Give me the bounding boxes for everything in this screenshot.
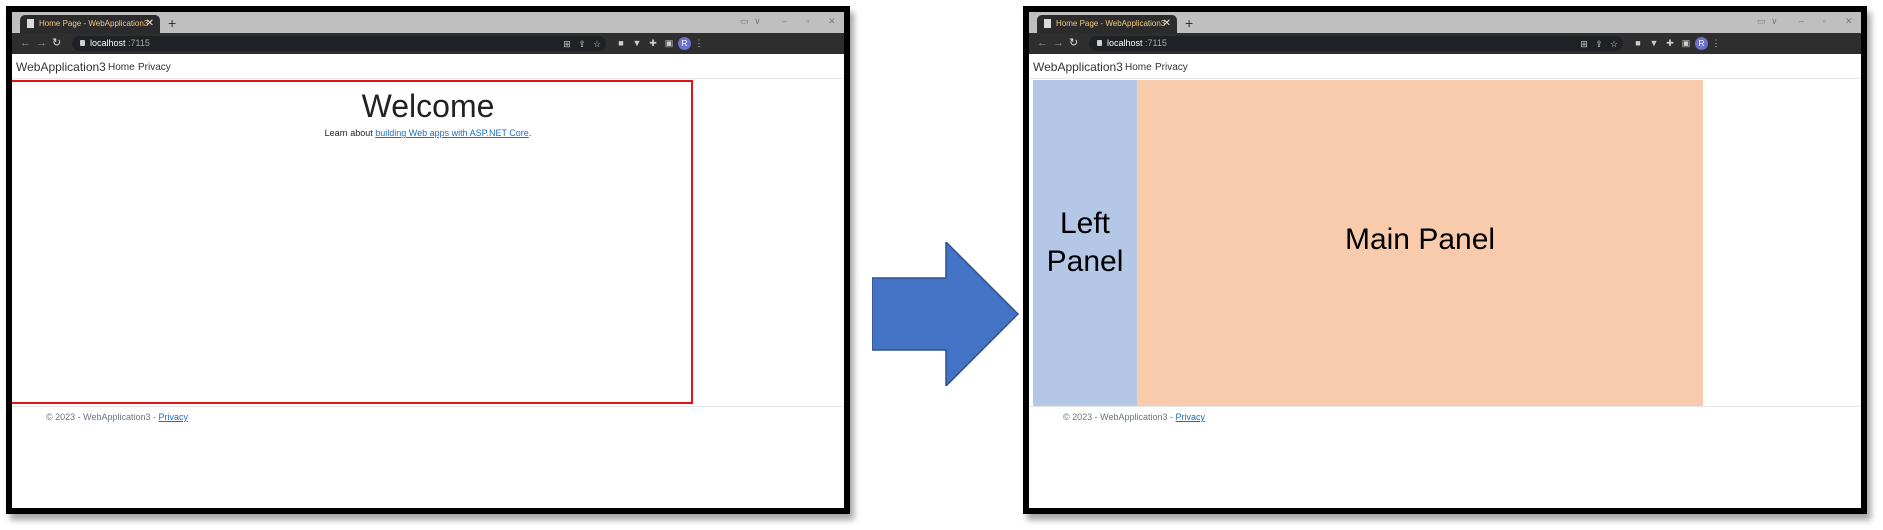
forward-arrow-icon[interactable]: →	[36, 36, 47, 50]
tab-close-icon[interactable]: ✕	[1163, 15, 1171, 33]
minimize-button[interactable]: –	[782, 15, 787, 27]
vpn-icon[interactable]: ▼	[1649, 38, 1659, 48]
close-window-button[interactable]: ✕	[1845, 15, 1853, 27]
maximize-button[interactable]: ▫	[1823, 15, 1826, 27]
bookmark-star-icon[interactable]: ☆	[592, 39, 602, 49]
tab-title: Home Page - WebApplication3	[1056, 19, 1166, 28]
footer-privacy-link[interactable]: Privacy	[1176, 412, 1206, 422]
close-window-button[interactable]: ✕	[828, 15, 836, 27]
menu-dots-icon[interactable]: ⋮	[694, 38, 704, 48]
minimize-button[interactable]: –	[1799, 15, 1804, 27]
left-panel: Left Panel	[1033, 80, 1137, 406]
reload-icon[interactable]: ↻	[1069, 36, 1078, 50]
url-host: localhost	[1107, 38, 1143, 48]
maximize-button[interactable]: ▫	[806, 15, 809, 27]
nav-privacy-link[interactable]: Privacy	[138, 62, 171, 73]
arrow-shape	[872, 242, 1020, 386]
back-arrow-icon[interactable]: ←	[1037, 36, 1048, 50]
address-bar[interactable]: localhost :7115 ⊞ ⇪ ☆	[1089, 36, 1623, 51]
web-page: WebApplication3 Home Privacy Welcome Lea…	[12, 54, 844, 508]
tab-strip: Home Page - WebApplication3 ✕ + ▭ ∨ – ▫ …	[12, 12, 844, 33]
extension-icon[interactable]: ■	[616, 38, 626, 48]
arrow-right-icon	[872, 242, 1020, 386]
lead-period: .	[528, 128, 532, 138]
welcome-heading: Welcome	[361, 88, 495, 124]
profile-avatar[interactable]: R	[678, 37, 691, 50]
puzzle-icon[interactable]: ✚	[1665, 38, 1675, 48]
menu-dots-icon[interactable]: ⋮	[1711, 38, 1721, 48]
lock-icon	[80, 40, 85, 46]
site-footer: © 2023 - WebApplication3 - Privacy	[46, 412, 188, 422]
footer-text: © 2023 - WebApplication3 -	[46, 412, 159, 422]
extension-icon[interactable]: ■	[1633, 38, 1643, 48]
vpn-icon[interactable]: ▼	[632, 38, 642, 48]
site-navbar: WebApplication3 Home Privacy	[1029, 54, 1861, 79]
cast-icon: ▭	[1757, 16, 1766, 26]
browser-tab[interactable]: Home Page - WebApplication3 ✕	[1037, 15, 1177, 33]
chevron-down-icon[interactable]: ∨	[754, 15, 761, 27]
footer-text: © 2023 - WebApplication3 -	[1063, 412, 1176, 422]
site-navbar: WebApplication3 Home Privacy	[12, 54, 844, 79]
translate-icon[interactable]: ⊞	[562, 39, 572, 49]
new-tab-button[interactable]: +	[168, 14, 176, 32]
nav-privacy-link[interactable]: Privacy	[1155, 62, 1188, 73]
tab-title: Home Page - WebApplication3	[39, 19, 149, 28]
url-port: :7115	[1145, 38, 1167, 48]
puzzle-icon[interactable]: ✚	[648, 38, 658, 48]
aspnet-docs-link[interactable]: building Web apps with ASP.NET Core	[375, 128, 529, 138]
profile-avatar[interactable]: R	[1695, 37, 1708, 50]
sidepanel-icon[interactable]: ▣	[664, 38, 674, 48]
address-toolbar: ← → ↻ localhost :7115 ⊞ ⇪ ☆ ■ ▼ ✚ ▣ R ⋮	[12, 33, 844, 54]
nav-home-link[interactable]: Home	[1125, 62, 1152, 73]
page-icon	[27, 19, 34, 28]
main-panel: Main Panel	[1137, 80, 1703, 406]
lead-text: Learn about	[324, 128, 376, 138]
address-bar[interactable]: localhost :7115 ⊞ ⇪ ☆	[72, 36, 606, 51]
left-panel-label: Left Panel	[1046, 207, 1124, 278]
bookmark-star-icon[interactable]: ☆	[1609, 39, 1619, 49]
url-host: localhost	[90, 38, 126, 48]
site-footer: © 2023 - WebApplication3 - Privacy	[1063, 412, 1205, 422]
main-panel-label: Main Panel	[1344, 223, 1496, 256]
page-icon	[1044, 19, 1051, 28]
footer-privacy-link[interactable]: Privacy	[159, 412, 189, 422]
back-arrow-icon[interactable]: ←	[20, 36, 31, 50]
url-port: :7115	[128, 38, 150, 48]
translate-icon[interactable]: ⊞	[1579, 39, 1589, 49]
browser-tab[interactable]: Home Page - WebApplication3 ✕	[20, 15, 160, 33]
share-icon[interactable]: ⇪	[577, 39, 587, 49]
site-brand[interactable]: WebApplication3	[1033, 60, 1123, 74]
new-tab-button[interactable]: +	[1185, 14, 1193, 32]
tab-strip: Home Page - WebApplication3 ✕ + ▭ ∨ – ▫ …	[1029, 12, 1861, 33]
address-toolbar: ← → ↻ localhost :7115 ⊞ ⇪ ☆ ■ ▼ ✚ ▣ R ⋮	[1029, 33, 1861, 54]
cast-icon: ▭	[740, 16, 749, 26]
nav-home-link[interactable]: Home	[108, 62, 135, 73]
lock-icon	[1097, 40, 1102, 46]
lead-paragraph: Learn about building Web apps with ASP.N…	[12, 128, 844, 138]
web-page: WebApplication3 Home Privacy Left Panel …	[1029, 54, 1861, 508]
browser-window-before: Home Page - WebApplication3 ✕ + ▭ ∨ – ▫ …	[6, 6, 850, 514]
share-icon[interactable]: ⇪	[1594, 39, 1604, 49]
site-brand[interactable]: WebApplication3	[16, 60, 106, 74]
sidepanel-icon[interactable]: ▣	[1681, 38, 1691, 48]
chevron-down-icon[interactable]: ∨	[1771, 15, 1778, 27]
browser-viewport: Home Page - WebApplication3 ✕ + ▭ ∨ – ▫ …	[12, 12, 844, 508]
footer-divider	[1029, 406, 1861, 407]
browser-viewport: Home Page - WebApplication3 ✕ + ▭ ∨ – ▫ …	[1029, 12, 1861, 508]
browser-window-after: Home Page - WebApplication3 ✕ + ▭ ∨ – ▫ …	[1023, 6, 1867, 514]
forward-arrow-icon[interactable]: →	[1053, 36, 1064, 50]
reload-icon[interactable]: ↻	[52, 36, 61, 50]
tab-close-icon[interactable]: ✕	[146, 15, 154, 33]
footer-divider	[12, 406, 844, 407]
